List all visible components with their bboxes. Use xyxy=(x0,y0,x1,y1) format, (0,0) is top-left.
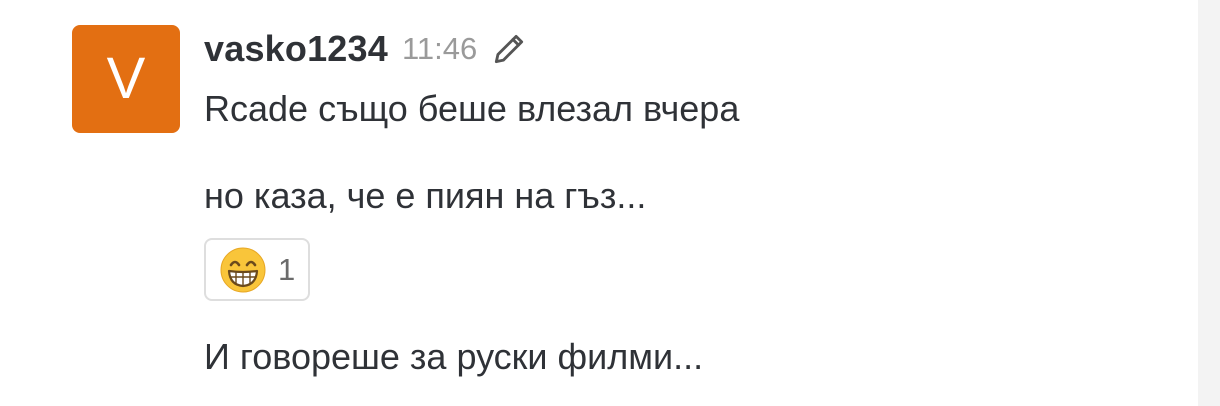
message-line-2: но каза, че е пиян на гъз... xyxy=(204,175,647,216)
chat-viewport: V vasko1234 11:46 Rcade също беше влезал… xyxy=(0,0,1220,406)
reaction-count: 1 xyxy=(278,251,296,287)
username[interactable]: vasko1234 xyxy=(204,28,388,70)
scrollbar-track[interactable] xyxy=(1198,0,1220,406)
avatar-letter: V xyxy=(106,46,146,111)
user-avatar[interactable]: V xyxy=(72,25,180,133)
grinning-face-icon xyxy=(220,247,266,292)
message-header: vasko1234 11:46 xyxy=(204,26,529,72)
message-time[interactable]: 11:46 xyxy=(402,31,477,67)
pencil-icon[interactable] xyxy=(489,29,529,69)
message-line-3: И говореше за руски филми... xyxy=(204,336,704,377)
reaction-button[interactable]: 1 xyxy=(204,238,310,301)
message-line-1: Rcade също беше влезал вчера xyxy=(204,88,740,129)
